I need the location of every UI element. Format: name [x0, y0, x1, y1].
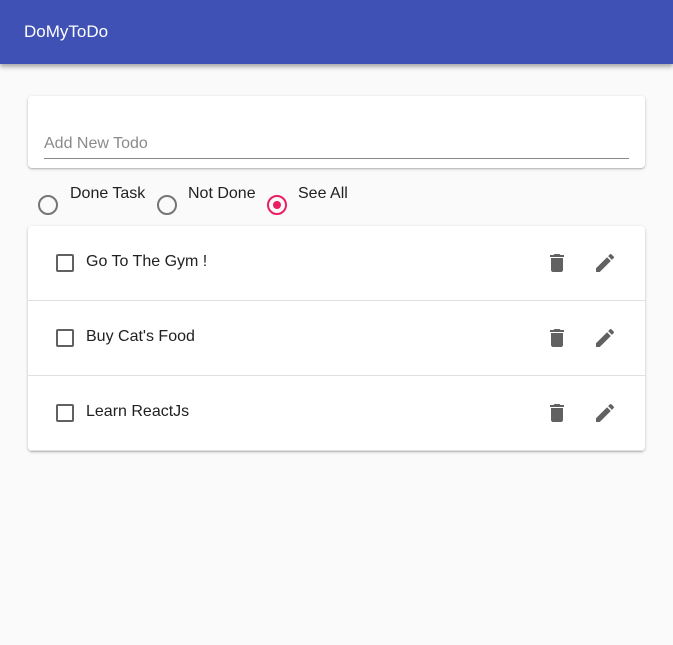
radio-unchecked-icon[interactable] — [157, 195, 177, 215]
edit-icon — [596, 253, 615, 272]
app-title: DoMyToDo — [24, 22, 109, 41]
delete-icon — [550, 329, 564, 347]
edit-button[interactable] — [581, 239, 629, 287]
todo-text: Learn ReactJs — [86, 403, 190, 420]
filter-see-all-label: See All — [298, 185, 348, 202]
app-bar: DoMyToDo — [0, 0, 673, 64]
delete-button[interactable] — [533, 239, 581, 287]
filter-see-all[interactable]: See All — [267, 180, 367, 220]
delete-button[interactable] — [533, 389, 581, 437]
add-todo-card — [28, 96, 645, 168]
todo-checkbox[interactable] — [56, 329, 74, 347]
edit-icon — [596, 328, 615, 347]
todo-checkbox[interactable] — [56, 254, 74, 272]
filter-radio-group: Done Task Not Done See All — [28, 180, 645, 220]
edit-icon — [596, 403, 615, 422]
edit-button[interactable] — [581, 389, 629, 437]
todo-list: Go To The Gym ! Buy Cat's Food Learn Rea… — [28, 226, 645, 451]
radio-unchecked-icon[interactable] — [38, 195, 58, 215]
filter-done-task-label: Done Task — [70, 185, 146, 202]
todo-text: Buy Cat's Food — [86, 328, 195, 345]
todo-item: Buy Cat's Food — [28, 301, 645, 376]
radio-checked-icon[interactable] — [267, 195, 287, 215]
todo-text: Go To The Gym ! — [86, 253, 208, 270]
radio-dot — [273, 201, 281, 209]
filter-not-done[interactable]: Not Done — [157, 180, 267, 220]
todo-item: Go To The Gym ! — [28, 226, 645, 301]
delete-icon — [550, 254, 564, 272]
edit-button[interactable] — [581, 314, 629, 362]
delete-icon — [550, 404, 564, 422]
add-todo-input[interactable] — [44, 130, 629, 159]
todo-item: Learn ReactJs — [28, 376, 645, 451]
delete-button[interactable] — [533, 314, 581, 362]
filter-done-task[interactable]: Done Task — [38, 180, 148, 220]
filter-not-done-label: Not Done — [188, 185, 256, 202]
todo-checkbox[interactable] — [56, 404, 74, 422]
